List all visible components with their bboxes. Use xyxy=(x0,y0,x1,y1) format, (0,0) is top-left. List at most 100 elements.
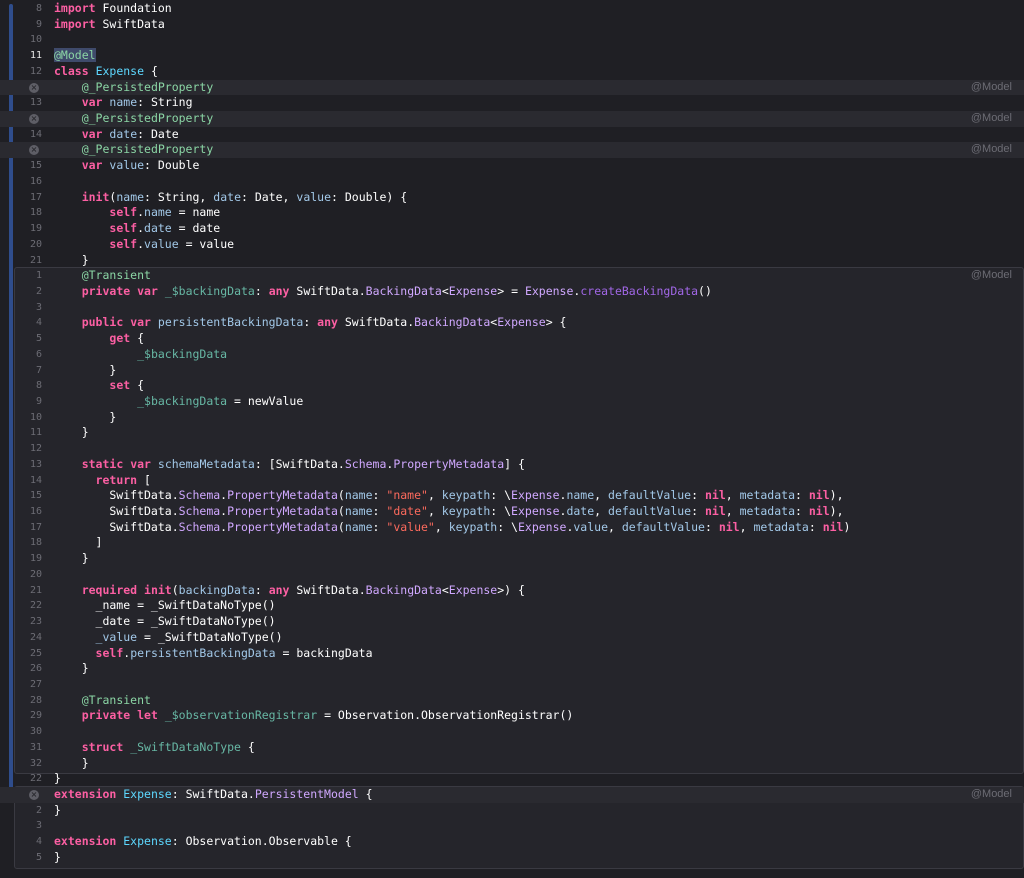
code-line[interactable]: 11 @Model xyxy=(0,48,1024,64)
token: . xyxy=(137,236,145,251)
code-text: extension Expense: SwiftData.PersistentM… xyxy=(54,787,373,803)
close-icon[interactable]: × xyxy=(29,790,39,800)
token: any xyxy=(268,582,290,597)
close-icon[interactable]: × xyxy=(29,145,39,156)
code-line[interactable]: 14 return [ xyxy=(0,473,1024,489)
code-line[interactable]: 15 var value: Double xyxy=(0,158,1024,174)
code-line[interactable]: 16 SwiftData.Schema.PropertyMetadata(nam… xyxy=(0,504,1024,520)
code-line[interactable]: 9 _$backingData = newValue xyxy=(0,394,1024,410)
token: extension xyxy=(54,787,117,801)
token: Schema xyxy=(178,504,221,519)
code-line[interactable]: 14 var date: Date xyxy=(0,127,1024,143)
code-line[interactable]: 18 ] xyxy=(0,535,1024,551)
token: ), xyxy=(829,488,844,503)
token: date xyxy=(566,504,595,519)
token: . xyxy=(137,205,145,220)
code-line[interactable]: 2 private var _$backingData: any SwiftDa… xyxy=(0,284,1024,300)
token: () xyxy=(698,283,712,298)
token: PropertyMetadata xyxy=(227,504,338,519)
token: name xyxy=(144,205,172,220)
code-line[interactable]: 21 } xyxy=(0,253,1024,269)
code-editor[interactable]: 8 import Foundation 9 import SwiftData 10 11 @… xyxy=(0,0,1024,878)
code-line[interactable]: 13 static var schemaMetadata: [SwiftData… xyxy=(0,457,1024,473)
code-line[interactable]: 12 class Expense { xyxy=(0,64,1024,80)
token: date xyxy=(144,221,172,236)
code-line[interactable]: 17 init(name: String, date: Date, value:… xyxy=(0,190,1024,206)
line-number: 20 xyxy=(29,238,42,250)
code-line[interactable]: 18 self.name = name xyxy=(0,205,1024,221)
token: get xyxy=(109,331,131,346)
code-text: @_PersistedProperty xyxy=(54,111,214,127)
code-line[interactable]: 27 xyxy=(0,677,1024,693)
token: defaultValue xyxy=(608,504,692,519)
code-line[interactable]: 32 } xyxy=(0,756,1024,772)
code-line[interactable]: 21 required init(backingData: any SwiftD… xyxy=(0,583,1024,599)
token: PersistentModel xyxy=(254,787,359,801)
code-line[interactable]: 5 get { xyxy=(0,331,1024,347)
code-line[interactable]: 13 var name: String xyxy=(0,95,1024,111)
annotation-row[interactable]: × @_PersistedProperty @Model xyxy=(0,142,1024,159)
token: name xyxy=(566,488,595,503)
code-line[interactable]: 3 xyxy=(0,818,1024,834)
code-line[interactable]: 20 self.value = value xyxy=(0,237,1024,253)
code-line[interactable]: 29 private let _$observationRegistrar = … xyxy=(0,708,1024,724)
code-line[interactable]: 11 } xyxy=(0,425,1024,441)
code-line[interactable]: 4 extension Expense: Observation.Observab… xyxy=(0,834,1024,850)
line-number: 12 xyxy=(29,443,42,455)
token: = name xyxy=(171,205,221,220)
token: SwiftData. xyxy=(54,504,179,519)
code-line[interactable]: 9 import SwiftData xyxy=(0,17,1024,33)
code-line[interactable]: 26 } xyxy=(0,661,1024,677)
code-text: self.name = name xyxy=(54,205,220,221)
token: = date xyxy=(171,221,221,236)
code-line[interactable]: 15 SwiftData.Schema.PropertyMetadata(nam… xyxy=(0,488,1024,504)
code-line[interactable]: × extension Expense: SwiftData.Persistent… xyxy=(0,787,1024,803)
token: private xyxy=(81,708,131,723)
line-number: 9 xyxy=(35,18,42,30)
token: = Observation.ObservationRegistrar() xyxy=(317,708,574,723)
token: = _SwiftDataNoType() xyxy=(137,629,283,644)
code-line[interactable]: 24 _value = _SwiftDataNoType() xyxy=(0,630,1024,646)
token: _$observationRegistrar xyxy=(164,708,318,723)
code-line[interactable]: 3 xyxy=(0,300,1024,316)
code-line[interactable]: 12 xyxy=(0,441,1024,457)
code-text: private var _$backingData: any SwiftData… xyxy=(54,284,712,300)
code-line[interactable]: 31 struct _SwiftDataNoType { xyxy=(0,740,1024,756)
line-number: 1 xyxy=(35,270,42,282)
code-line[interactable]: 17 SwiftData.Schema.PropertyMetadata(nam… xyxy=(0,520,1024,536)
code-line[interactable]: 16 xyxy=(0,174,1024,190)
token: < xyxy=(441,283,449,298)
annotation-row[interactable]: × @_PersistedProperty @Model xyxy=(0,79,1024,96)
code-line[interactable]: 19 } xyxy=(0,551,1024,567)
code-line[interactable]: 25 self.persistentBackingData = backingD… xyxy=(0,646,1024,662)
code-line[interactable]: 30 xyxy=(0,724,1024,740)
code-line[interactable]: 22} xyxy=(0,771,1024,787)
code-line[interactable]: 7 } xyxy=(0,363,1024,379)
code-line[interactable]: 23 _date = _SwiftDataNoType() xyxy=(0,614,1024,630)
close-icon[interactable]: × xyxy=(29,82,39,93)
code-line[interactable]: 22 _name = _SwiftDataNoType() xyxy=(0,598,1024,614)
code-line[interactable]: 2} xyxy=(0,803,1024,819)
code-text: class Expense { xyxy=(54,64,158,80)
code-line[interactable]: 6 _$backingData xyxy=(0,347,1024,363)
annotation-row[interactable]: × @_PersistedProperty @Model xyxy=(0,111,1024,127)
code-line[interactable]: 1 @Transient @Model xyxy=(0,268,1024,284)
code-line[interactable]: 20 xyxy=(0,567,1024,583)
code-line[interactable]: 10 } xyxy=(0,410,1024,426)
token: "name" xyxy=(386,488,428,503)
code-line[interactable]: 5} xyxy=(0,850,1024,866)
code-line[interactable]: 19 self.date = date xyxy=(0,221,1024,237)
code-line[interactable]: 8 import Foundation xyxy=(0,1,1024,17)
token: { xyxy=(144,63,158,78)
code-line[interactable]: 4 public var persistentBackingData: any … xyxy=(0,315,1024,331)
code-line[interactable]: 28 @Transient xyxy=(0,693,1024,709)
code-line[interactable]: 8 set { xyxy=(0,378,1024,394)
token: Expense xyxy=(497,315,546,330)
token: , xyxy=(725,488,740,503)
token: Expense xyxy=(511,488,560,503)
close-icon[interactable]: × xyxy=(29,114,39,125)
code-line[interactable]: 10 xyxy=(0,32,1024,48)
token: _$backingData xyxy=(137,346,228,361)
code-text: static var schemaMetadata: [SwiftData.Sc… xyxy=(54,457,525,473)
